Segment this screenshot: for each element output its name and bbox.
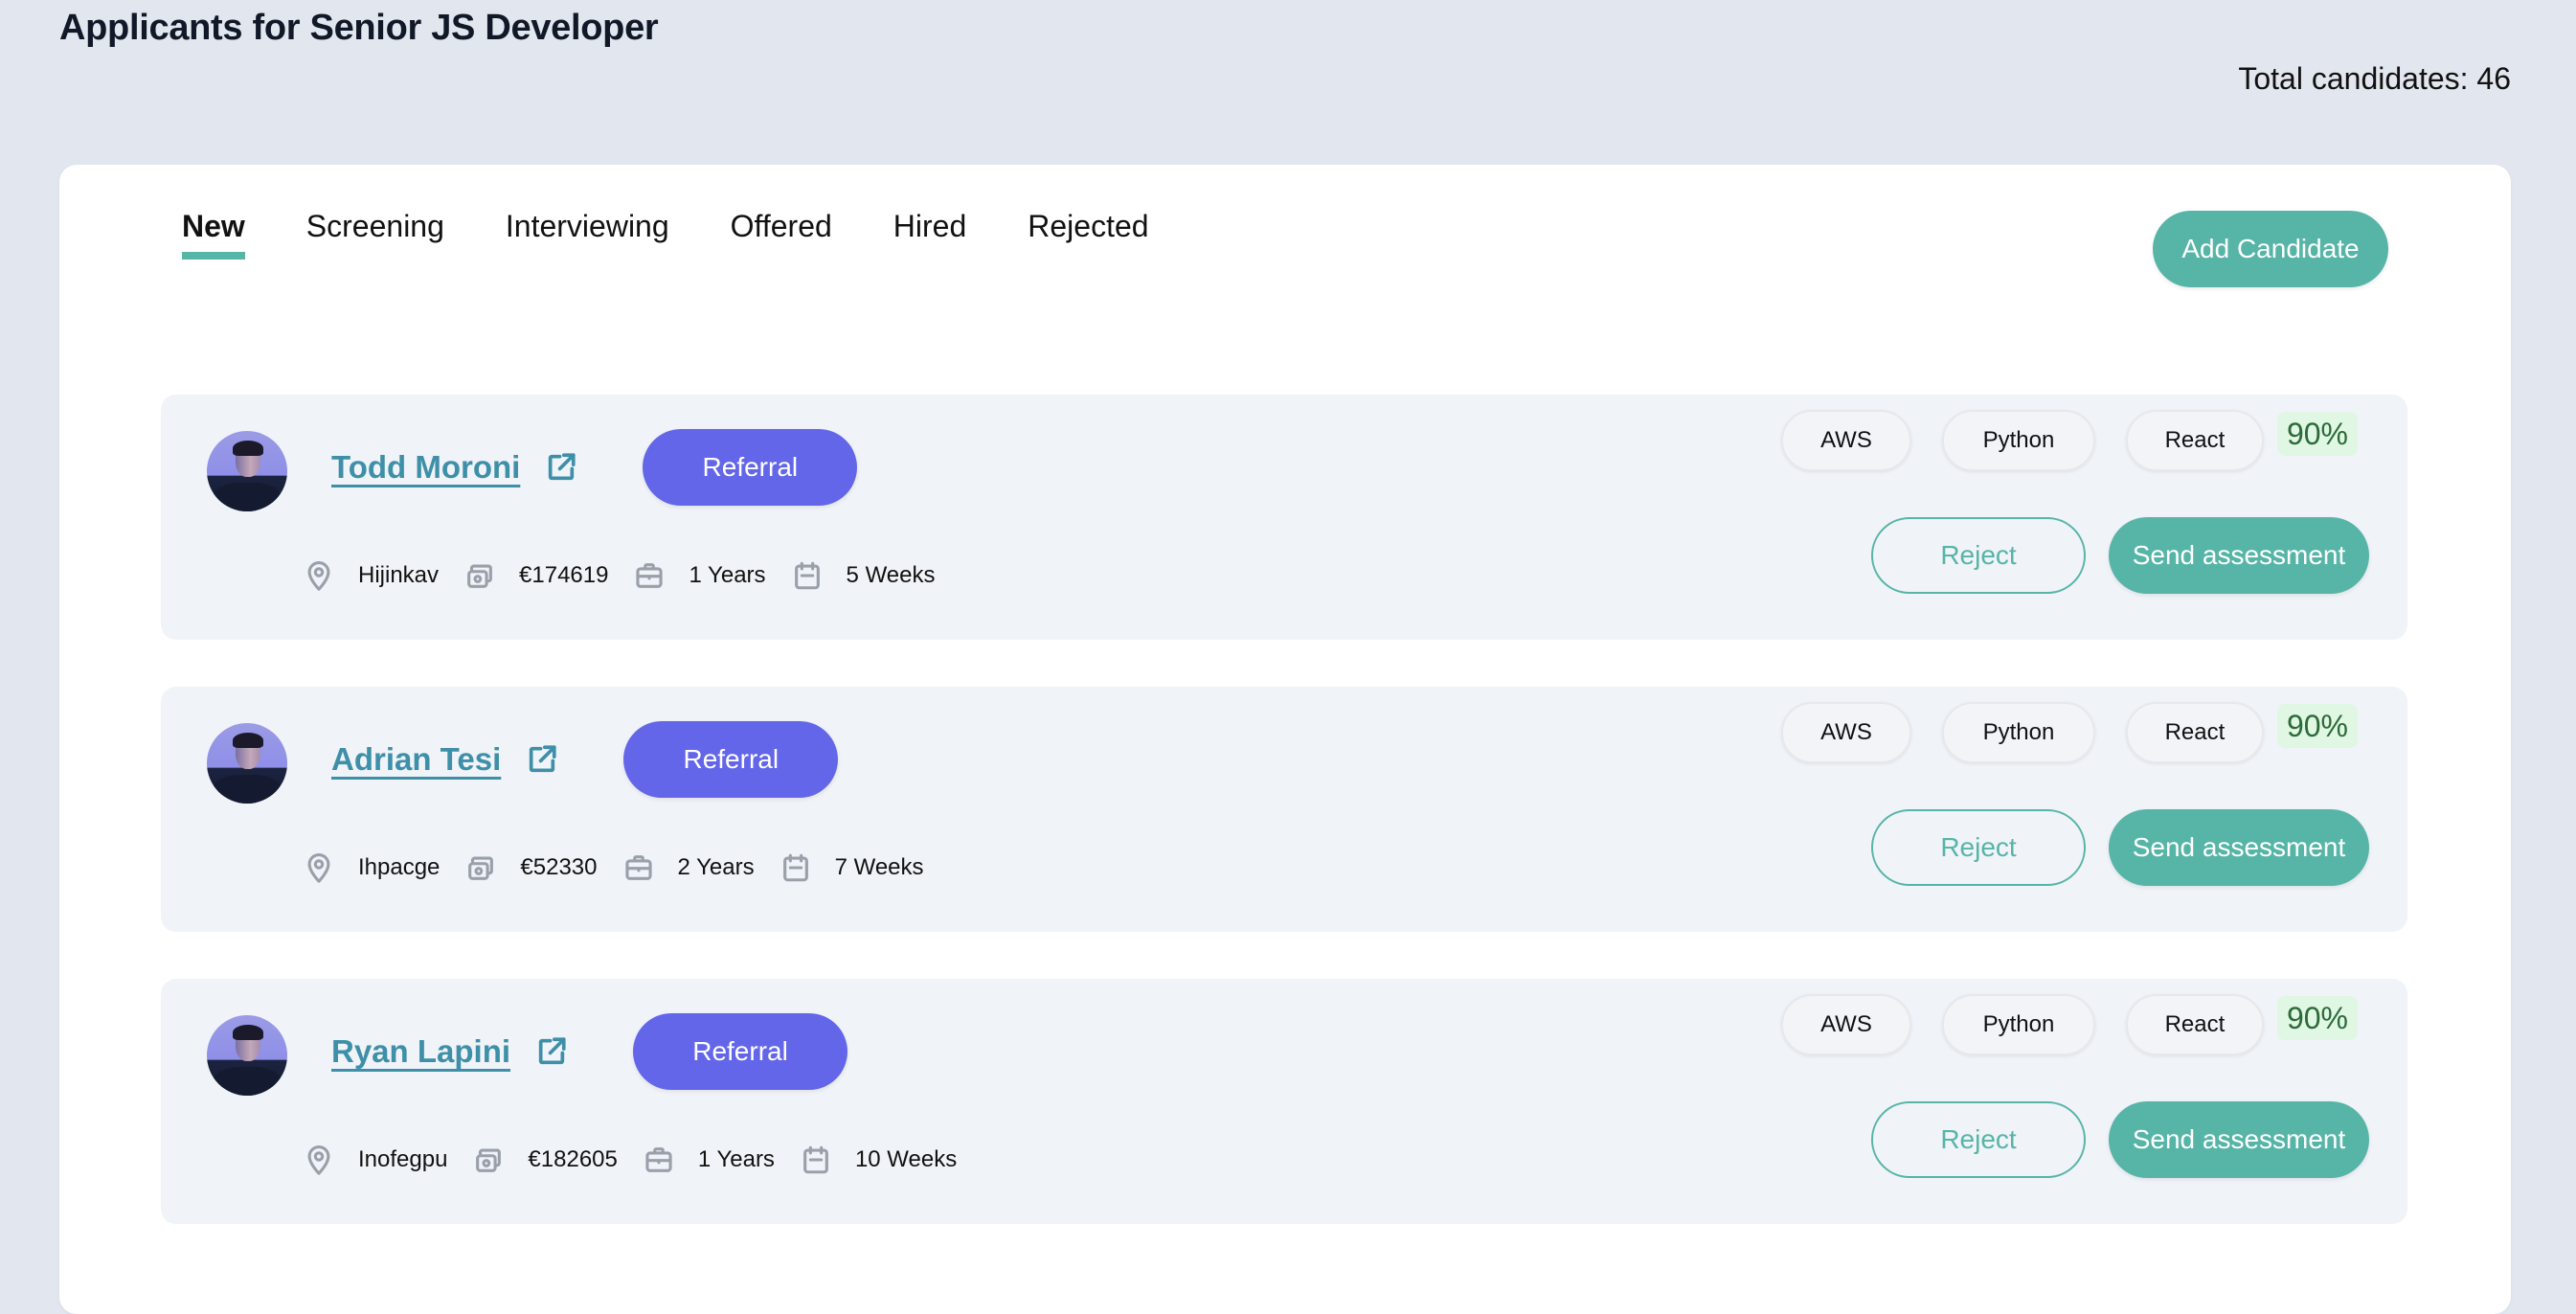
external-link-icon[interactable] xyxy=(535,1035,568,1068)
location-pin-icon xyxy=(307,560,330,591)
reject-button[interactable]: Reject xyxy=(1871,517,2086,594)
match-score-badge: 90% xyxy=(2276,996,2358,1040)
money-icon xyxy=(467,564,492,588)
briefcase-icon xyxy=(645,1147,672,1172)
money-icon xyxy=(468,856,494,880)
candidate-actions: Reject Send assessment xyxy=(1871,517,2369,594)
experience-text: 1 Years xyxy=(697,1146,775,1172)
notice-period-text: 7 Weeks xyxy=(834,854,924,880)
candidate-header: Todd Moroni Referral xyxy=(331,429,858,506)
referral-badge-button[interactable]: Referral xyxy=(643,429,858,506)
reject-button[interactable]: Reject xyxy=(1871,1101,2086,1178)
applicants-panel: New Screening Interviewing Offered Hired… xyxy=(59,165,2511,1314)
skill-chip: Python xyxy=(1941,994,2095,1055)
location-text: Inofegpu xyxy=(358,1146,448,1172)
calendar-icon xyxy=(803,1145,828,1174)
reject-button[interactable]: Reject xyxy=(1871,809,2086,886)
experience-text: 1 Years xyxy=(689,562,766,588)
external-link-icon[interactable] xyxy=(526,743,558,776)
candidate-name-link[interactable]: Todd Moroni xyxy=(331,449,520,486)
skill-chip: Python xyxy=(1941,702,2095,763)
avatar-body xyxy=(213,483,282,511)
avatar xyxy=(207,431,287,511)
notice-period-text: 5 Weeks xyxy=(846,562,936,588)
skill-chip: AWS xyxy=(1780,702,1911,763)
skill-chip: React xyxy=(2125,702,2264,763)
skill-tags: AWS Python React 90% xyxy=(1780,410,2358,471)
location-pin-icon xyxy=(307,852,330,883)
external-link-icon[interactable] xyxy=(545,451,577,484)
briefcase-icon xyxy=(636,563,664,588)
avatar xyxy=(207,723,287,804)
calendar-icon xyxy=(782,853,808,882)
salary-text: €52330 xyxy=(520,854,598,880)
avatar-hair xyxy=(233,1025,263,1040)
candidate-header: Ryan Lapini Referral xyxy=(331,1013,848,1090)
tab-hired[interactable]: Hired xyxy=(893,209,966,260)
candidate-card: Adrian Tesi Referral Ihpacge €52330 2 Ye… xyxy=(161,687,2407,932)
candidate-actions: Reject Send assessment xyxy=(1871,1101,2369,1178)
add-candidate-button[interactable]: Add Candidate xyxy=(2153,211,2388,287)
candidate-card: Ryan Lapini Referral Inofegpu €182605 1 … xyxy=(161,979,2407,1224)
avatar xyxy=(207,1015,287,1096)
salary-text: €182605 xyxy=(528,1146,618,1172)
location-pin-icon xyxy=(307,1144,330,1175)
referral-badge-button[interactable]: Referral xyxy=(633,1013,848,1090)
match-score-badge: 90% xyxy=(2276,412,2358,456)
avatar-hair xyxy=(233,733,263,748)
candidate-header: Adrian Tesi Referral xyxy=(331,721,839,798)
skill-chip: AWS xyxy=(1780,994,1911,1055)
tab-rejected[interactable]: Rejected xyxy=(1028,209,1148,260)
candidate-meta: Ihpacge €52330 2 Years 7 Weeks xyxy=(303,851,949,884)
experience-text: 2 Years xyxy=(677,854,755,880)
location-text: Hijinkav xyxy=(358,562,440,588)
match-score-badge: 90% xyxy=(2276,704,2358,748)
referral-badge-button[interactable]: Referral xyxy=(623,721,839,798)
skill-chip: AWS xyxy=(1780,410,1911,471)
salary-text: €174619 xyxy=(519,562,609,588)
candidate-card: Todd Moroni Referral Hijinkav €174619 1 … xyxy=(161,395,2407,640)
avatar-body xyxy=(213,775,282,804)
notice-period-text: 10 Weeks xyxy=(854,1146,958,1172)
tab-interviewing[interactable]: Interviewing xyxy=(506,209,669,260)
stage-tabs: New Screening Interviewing Offered Hired… xyxy=(182,209,1210,260)
calendar-icon xyxy=(794,561,820,590)
location-text: Ihpacge xyxy=(358,854,441,880)
total-candidates: Total candidates: 46 xyxy=(2238,61,2511,96)
candidate-meta: Inofegpu €182605 1 Years 10 Weeks xyxy=(303,1144,982,1176)
skill-chip: Python xyxy=(1941,410,2095,471)
briefcase-icon xyxy=(624,855,652,880)
money-icon xyxy=(476,1148,502,1172)
send-assessment-button[interactable]: Send assessment xyxy=(2109,809,2369,886)
candidate-meta: Hijinkav €174619 1 Years 5 Weeks xyxy=(303,559,960,592)
candidate-name-link[interactable]: Ryan Lapini xyxy=(331,1033,510,1070)
send-assessment-button[interactable]: Send assessment xyxy=(2109,517,2369,594)
page-title: Applicants for Senior JS Developer xyxy=(59,8,659,48)
tab-screening[interactable]: Screening xyxy=(306,209,444,260)
tab-offered[interactable]: Offered xyxy=(731,209,832,260)
candidate-actions: Reject Send assessment xyxy=(1871,809,2369,886)
skill-tags: AWS Python React 90% xyxy=(1780,994,2358,1055)
avatar-body xyxy=(213,1067,282,1096)
avatar-hair xyxy=(233,441,263,456)
tab-new[interactable]: New xyxy=(182,209,245,260)
send-assessment-button[interactable]: Send assessment xyxy=(2109,1101,2369,1178)
candidate-name-link[interactable]: Adrian Tesi xyxy=(331,741,501,778)
skill-tags: AWS Python React 90% xyxy=(1780,702,2358,763)
skill-chip: React xyxy=(2125,410,2264,471)
skill-chip: React xyxy=(2125,994,2264,1055)
